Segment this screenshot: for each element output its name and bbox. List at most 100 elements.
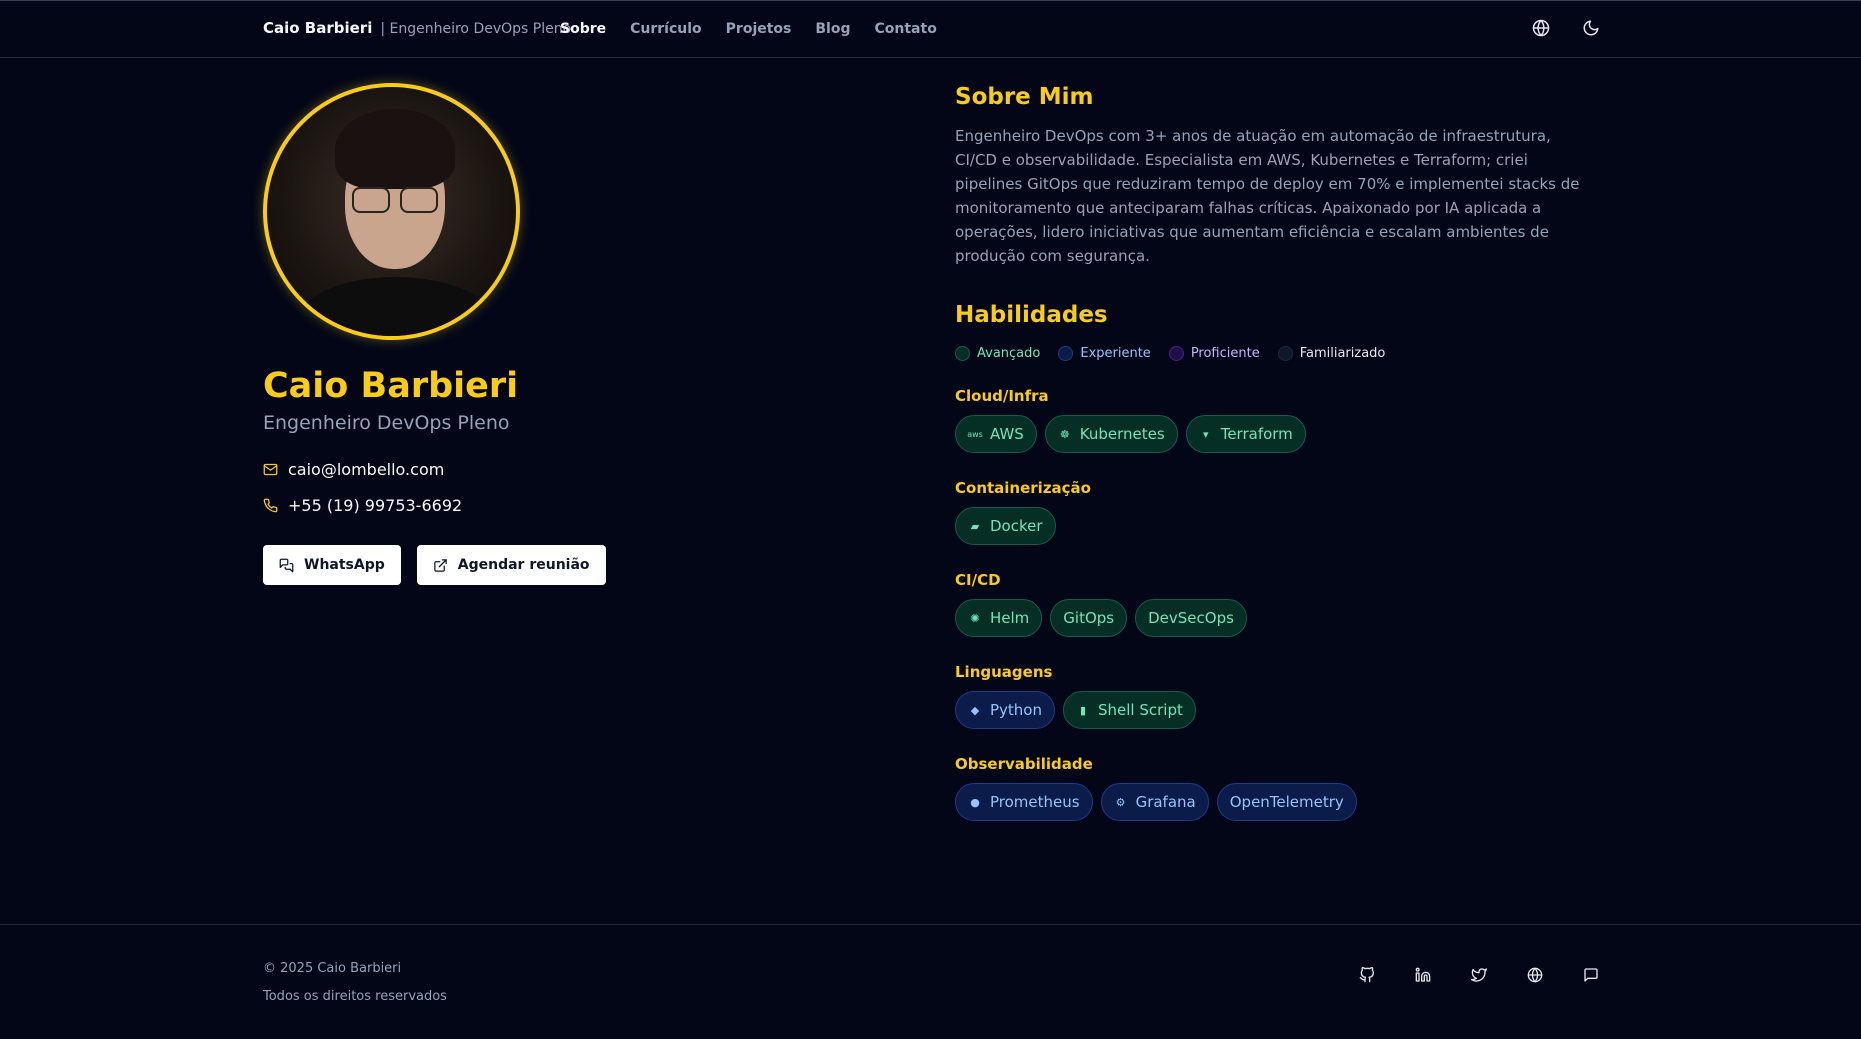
skill-label: Grafana [1135, 793, 1196, 811]
github-icon [1359, 967, 1374, 983]
globe-icon [1532, 19, 1550, 37]
rights-text: Todos os direitos reservados [263, 989, 447, 1004]
chat-icon [279, 558, 294, 572]
aws-icon: aws [967, 429, 983, 439]
social-links [1357, 965, 1601, 985]
category-linguagens: Linguagens [955, 663, 1053, 681]
legend-dot-experiente [1058, 346, 1074, 361]
python-icon: ◆ [970, 703, 980, 717]
profile-name: Caio Barbieri [263, 366, 519, 406]
skill-label: Docker [990, 517, 1043, 535]
skills-containerizacao: ▰ Docker [955, 507, 1595, 545]
about-section: Sobre Mim Engenheiro DevOps com 3+ anos … [955, 84, 1595, 821]
phone-text[interactable]: +55 (19) 99753-6692 [288, 496, 462, 515]
footer: © 2025 Caio Barbieri Todos os direitos r… [0, 924, 1861, 1039]
skill-aws[interactable]: aws AWS [955, 415, 1037, 453]
skill-gitops[interactable]: GitOps [1050, 599, 1128, 637]
language-button[interactable] [1531, 18, 1551, 38]
skill-label: Shell Script [1098, 701, 1183, 719]
message-link[interactable] [1581, 965, 1601, 985]
legend-familiarizado: Familiarizado [1277, 346, 1386, 361]
kubernetes-icon: ☸ [1059, 427, 1070, 441]
skill-label: OpenTelemetry [1229, 793, 1344, 811]
about-text: Engenheiro DevOps com 3+ anos de atuação… [955, 127, 1580, 265]
whatsapp-label: WhatsApp [304, 557, 385, 573]
website-link[interactable] [1525, 965, 1545, 985]
schedule-label: Agendar reunião [457, 557, 590, 573]
legend-proficiente: Proficiente [1168, 346, 1260, 361]
legend-label-avancado: Avançado [977, 346, 1041, 361]
message-icon [1584, 968, 1598, 982]
skills-title: Habilidades [955, 302, 1108, 328]
skill-grafana[interactable]: ⚙ Grafana [1100, 783, 1209, 821]
skills-legend: Avançado Experiente Proficiente Familiar… [955, 346, 1595, 361]
skill-shell-script[interactable]: ▮ Shell Script [1063, 691, 1196, 729]
external-link-icon [434, 558, 447, 572]
skill-label: DevSecOps [1148, 609, 1234, 627]
nav-item-contato[interactable]: Contato [875, 21, 937, 37]
terminal-icon: ▮ [1079, 703, 1087, 717]
brand[interactable]: Caio Barbieri | Engenheiro DevOps Pleno [263, 19, 571, 37]
nav-item-sobre[interactable]: Sobre [560, 21, 606, 37]
skills-linguagens: ◆ Python ▮ Shell Script [955, 691, 1595, 729]
profile-section: Caio Barbieri Engenheiro DevOps Pleno ca… [263, 83, 823, 585]
skill-label: Kubernetes [1079, 425, 1165, 443]
contact-actions: WhatsApp Agendar reunião [263, 545, 823, 585]
legend-label-experiente: Experiente [1080, 346, 1151, 361]
skill-label: AWS [990, 425, 1024, 443]
twitter-link[interactable] [1469, 965, 1489, 985]
email-text[interactable]: caio@lombello.com [288, 460, 444, 479]
skill-python[interactable]: ◆ Python [955, 691, 1055, 729]
legend-label-proficiente: Proficiente [1190, 346, 1260, 361]
category-cloud-infra: Cloud/Infra [955, 387, 1049, 405]
skill-label: Python [990, 701, 1042, 719]
github-link[interactable] [1357, 965, 1377, 985]
category-containerizacao: Containerização [955, 479, 1091, 497]
brand-role: | Engenheiro DevOps Pleno [380, 21, 572, 37]
category-cicd: CI/CD [955, 571, 1001, 589]
skill-devsecops[interactable]: DevSecOps [1135, 599, 1247, 637]
whatsapp-button[interactable]: WhatsApp [263, 545, 401, 585]
skill-label: Terraform [1220, 425, 1293, 443]
skill-terraform[interactable]: ▾ Terraform [1185, 415, 1306, 453]
about-title: Sobre Mim [955, 84, 1094, 110]
skills-cloud-infra: aws AWS ☸ Kubernetes ▾ Terraform [955, 415, 1595, 453]
skill-kubernetes[interactable]: ☸ Kubernetes [1044, 415, 1178, 453]
copyright-text: © 2025 Caio Barbieri [263, 961, 402, 976]
schedule-meeting-button[interactable]: Agendar reunião [416, 545, 606, 585]
moon-icon [1583, 20, 1599, 36]
header-actions [1531, 18, 1601, 38]
top-navigation-bar: Caio Barbieri | Engenheiro DevOps Pleno … [0, 0, 1861, 58]
nav-item-blog[interactable]: Blog [815, 21, 850, 37]
skill-label: GitOps [1063, 609, 1115, 627]
skills-observabilidade: ● Prometheus ⚙ Grafana OpenTelemetry [955, 783, 1595, 821]
nav-item-projetos[interactable]: Projetos [726, 21, 792, 37]
avatar [263, 83, 520, 340]
globe-icon [1527, 967, 1543, 983]
legend-dot-familiarizado [1277, 346, 1293, 361]
theme-toggle-button[interactable] [1581, 18, 1601, 38]
skill-helm[interactable]: ✺ Helm [955, 599, 1043, 637]
skill-docker[interactable]: ▰ Docker [955, 507, 1056, 545]
skill-opentelemetry[interactable]: OpenTelemetry [1216, 783, 1357, 821]
phone-contact[interactable]: +55 (19) 99753-6692 [263, 496, 823, 515]
skill-label: Prometheus [990, 793, 1080, 811]
skill-prometheus[interactable]: ● Prometheus [955, 783, 1093, 821]
nav-item-curriculo[interactable]: Currículo [630, 21, 702, 37]
grafana-icon: ⚙ [1115, 795, 1126, 809]
twitter-icon [1471, 968, 1487, 982]
linkedin-icon [1415, 967, 1431, 982]
main-nav: Sobre Currículo Projetos Blog Contato [560, 21, 937, 37]
legend-experiente: Experiente [1058, 346, 1151, 361]
docker-icon: ▰ [970, 519, 980, 533]
skills-cicd: ✺ Helm GitOps DevSecOps [955, 599, 1595, 637]
brand-name[interactable]: Caio Barbieri [263, 19, 372, 37]
legend-label-familiarizado: Familiarizado [1299, 346, 1386, 361]
legend-dot-avancado [955, 346, 970, 361]
terraform-icon: ▾ [1202, 427, 1209, 441]
legend-avancado: Avançado [955, 346, 1040, 361]
email-contact[interactable]: caio@lombello.com [263, 460, 823, 479]
legend-dot-proficiente [1168, 346, 1184, 361]
prometheus-icon: ● [970, 795, 980, 809]
linkedin-link[interactable] [1413, 965, 1433, 985]
